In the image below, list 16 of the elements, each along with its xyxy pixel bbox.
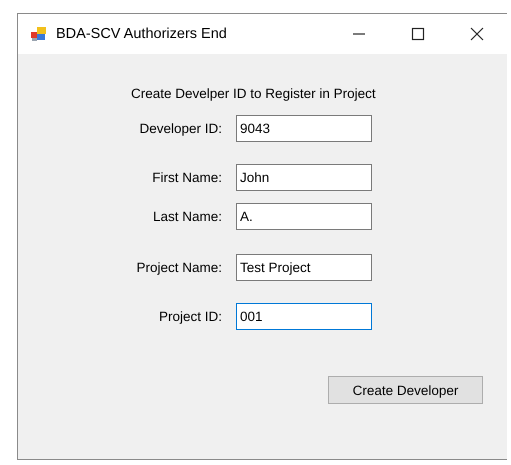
create-developer-button[interactable]: Create Developer bbox=[328, 376, 483, 404]
field-label: Project ID: bbox=[158, 309, 222, 324]
app-icon bbox=[31, 26, 47, 42]
input-field[interactable]: Test Project bbox=[236, 254, 372, 281]
input-field[interactable]: 9043 bbox=[236, 115, 372, 142]
input-field[interactable]: John bbox=[236, 164, 372, 191]
input-field[interactable]: A. bbox=[236, 203, 372, 230]
field-label: Last Name: bbox=[152, 209, 222, 224]
maximize-icon[interactable] bbox=[411, 27, 425, 41]
close-icon[interactable] bbox=[470, 27, 484, 41]
form-heading: Create Develper ID to Register in Project bbox=[131, 86, 377, 101]
field-label: Project Name: bbox=[135, 260, 222, 275]
input-field[interactable]: 001 bbox=[236, 303, 372, 330]
window-title: BDA-SCV Authorizers End bbox=[56, 26, 228, 42]
field-label: Developer ID: bbox=[138, 121, 222, 136]
field-label: First Name: bbox=[151, 170, 222, 185]
